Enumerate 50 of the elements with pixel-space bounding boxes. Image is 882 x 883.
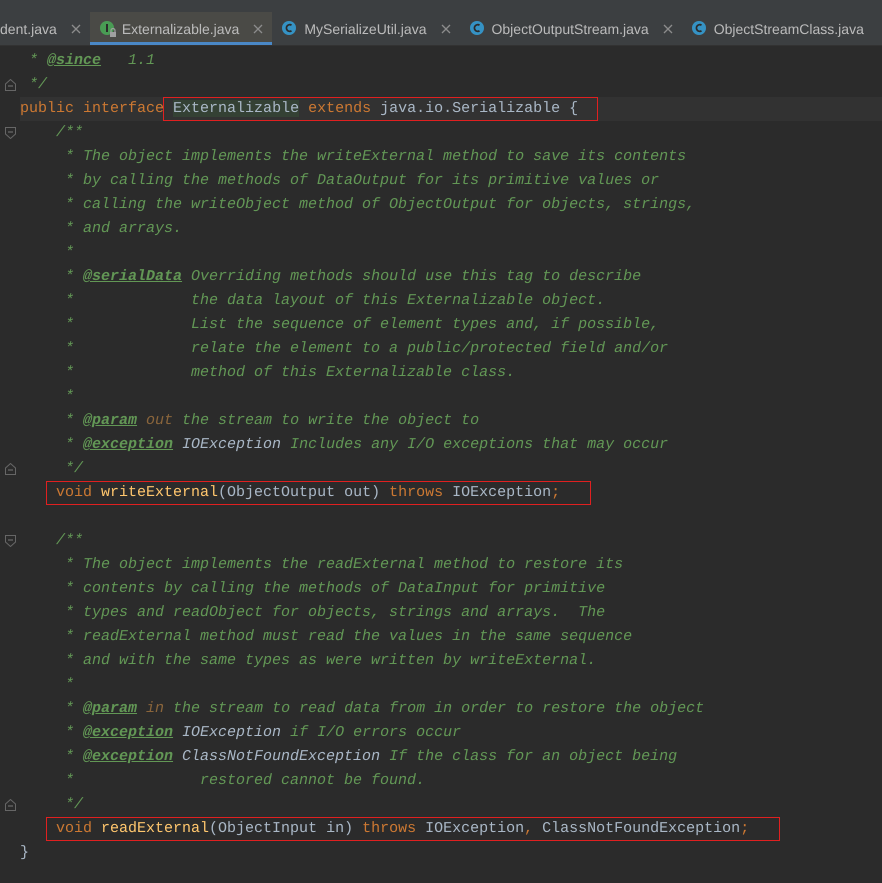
editor-tab[interactable]: Externalizable.java [90, 12, 272, 45]
editor-tab[interactable]: ObjectOutputStream.java [460, 12, 682, 45]
close-icon[interactable] [253, 24, 264, 34]
code-line: * [65, 675, 74, 695]
editor-tab[interactable]: dent.java [0, 12, 90, 45]
code-line: * contents by calling the methods of DataInput for primitive [65, 579, 606, 599]
code-line: * The object implements the readExternal method to restore its [65, 555, 624, 575]
editor-tab[interactable]: ObjectStreamClass.java [682, 12, 864, 45]
code-line: * @exception IOException if I/O errors occur [65, 723, 462, 743]
code-line: * and arrays. [65, 219, 182, 239]
class-icon [690, 20, 709, 38]
code-line: * [65, 387, 74, 407]
code-line: * @exception ClassNotFoundException If the class for an object being [65, 747, 678, 767]
class-icon [468, 20, 486, 38]
code-line: * @serialData Overriding methods should use this tag to describe [65, 267, 642, 287]
code-line: * The object implements the writeExternal method to save its contents [65, 147, 686, 167]
code-line: * the data layout of this Externalizable object. [65, 291, 606, 311]
code-line: */ [65, 795, 84, 815]
code-line: * @param out the stream to write the object to [65, 411, 480, 431]
code-line: * types and readObject for objects, strings and arrays. The [65, 603, 606, 623]
fold-icon[interactable] [4, 535, 16, 547]
code-line: */ [65, 459, 84, 479]
close-icon[interactable] [70, 24, 81, 34]
code-line: * readExternal method must read the values in the same sequence [65, 627, 632, 647]
code-line: * restored cannot be found. [65, 771, 426, 791]
fold-icon[interactable] [4, 463, 16, 475]
code-line: * method of this Externalizable class. [65, 363, 516, 383]
code-line: /** [56, 123, 84, 143]
code-line: * and with the same types as were written by writeExternal. [65, 651, 596, 671]
fold-icon[interactable] [4, 79, 16, 91]
code-line: * @exception IOException Includes any I/O exceptions that may occur [65, 435, 668, 455]
code-line: */ [29, 75, 48, 95]
code-line: /** [56, 531, 84, 551]
code-line: * by calling the methods of DataOutput for its primitive values or [65, 171, 660, 191]
code-line: * List the sequence of element types and, if possible, [65, 315, 660, 335]
code-line: void writeExternal(ObjectOutput out) throws IOException; [56, 483, 560, 503]
interface-icon [98, 20, 117, 38]
code-line: void readExternal(ObjectInput in) throws IOException, ClassNotFoundException; [56, 819, 750, 839]
fold-icon[interactable] [4, 799, 16, 811]
editor-tab[interactable]: MySerializeUtil.java [272, 12, 460, 45]
code-line: * [65, 243, 74, 263]
code-line: * @since 1.1 [29, 51, 156, 71]
code-line: * @param in the stream to read data from in order to restore the object [65, 699, 704, 719]
code-line: * calling the writeObject method of ObjectOutput for objects, strings, [65, 195, 696, 215]
code-line: public interface Externalizable extends java.io.Serializable { [20, 99, 578, 119]
close-icon[interactable] [662, 24, 673, 34]
code-line: } [20, 843, 30, 863]
close-icon[interactable] [440, 24, 450, 34]
code-line: * relate the element to a public/protected field and/or [65, 339, 668, 359]
fold-icon[interactable] [4, 127, 16, 139]
